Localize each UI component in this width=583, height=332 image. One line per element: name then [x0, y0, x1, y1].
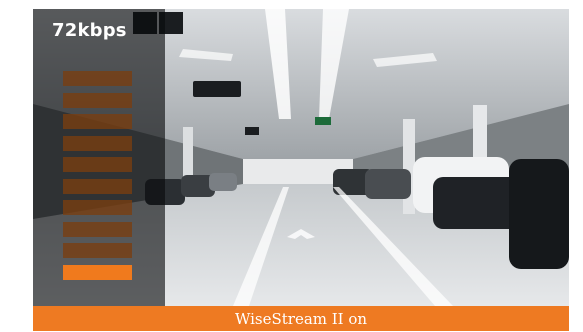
level-bar: [63, 92, 132, 108]
bitrate-level-meter: [63, 71, 132, 286]
level-bar: [63, 114, 132, 129]
bitrate-value: 72kbps: [52, 20, 127, 41]
status-text: WiseStream II on: [234, 310, 368, 328]
level-bar: [63, 71, 132, 86]
level-bar: [63, 157, 132, 172]
level-bar: [63, 221, 132, 237]
level-bar: [63, 178, 132, 194]
level-bar: [63, 200, 132, 215]
camera-frame: 72kbps: [33, 9, 569, 306]
level-bar-active: [63, 264, 132, 280]
level-bar: [63, 243, 132, 258]
status-banner: WiseStream II on: [33, 306, 569, 331]
bitrate-panel: 72kbps: [33, 9, 165, 306]
level-bar: [63, 135, 132, 151]
